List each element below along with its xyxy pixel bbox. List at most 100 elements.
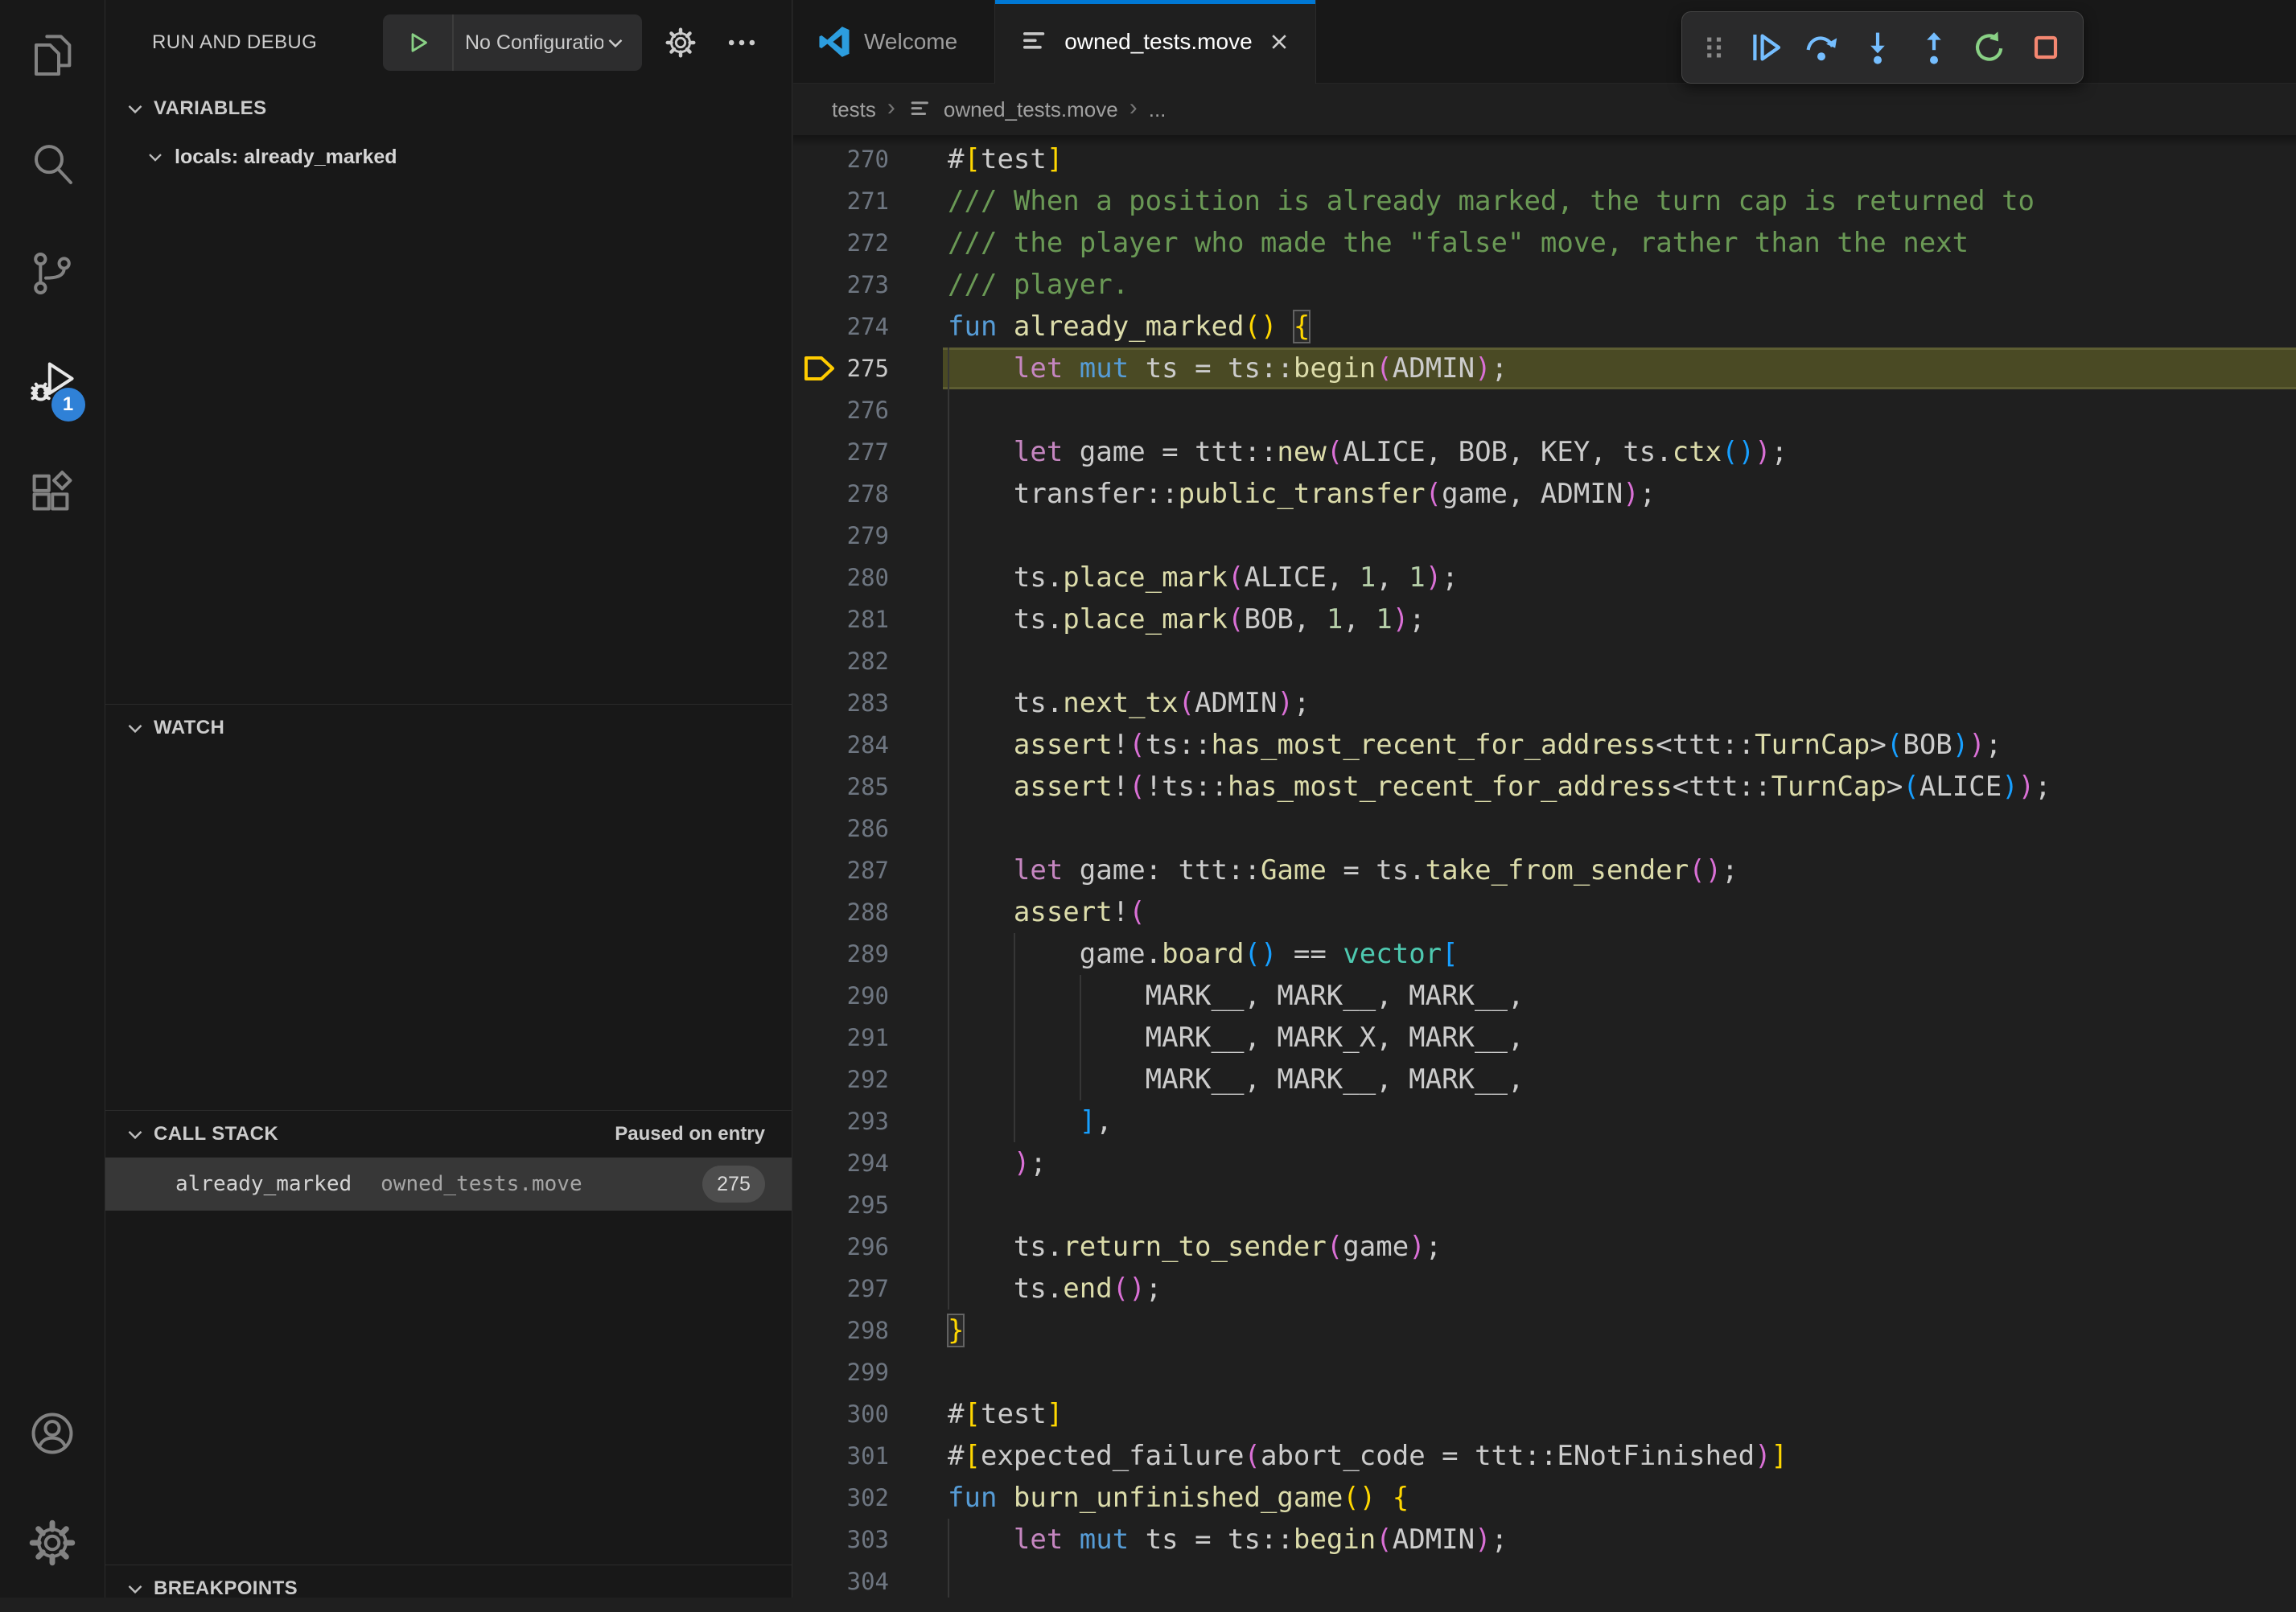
gutter-line-270[interactable]: 270 [793,138,943,180]
code-line-content[interactable] [943,808,2296,849]
code-line-content[interactable]: assert!(ts::has_most_recent_for_address<… [943,724,2296,766]
code-line-content[interactable]: MARK__, MARK_X, MARK__, [943,1017,2296,1059]
activity-item-extensions[interactable] [0,438,105,547]
code-line-299[interactable]: 299 [793,1351,2296,1393]
gutter-line-290[interactable]: 290 [793,975,943,1017]
code-line-content[interactable]: MARK__, MARK__, MARK__, [943,975,2296,1017]
code-line-content[interactable]: let mut ts = ts::begin(ADMIN); [943,347,2296,389]
stop-button[interactable] [2023,22,2068,73]
gutter-line-298[interactable]: 298 [793,1310,943,1351]
code-line-content[interactable]: assert!(!ts::has_most_recent_for_address… [943,766,2296,808]
gutter-line-293[interactable]: 293 [793,1100,943,1142]
gutter-line-291[interactable]: 291 [793,1017,943,1059]
gutter-line-275[interactable]: 275 [793,347,943,389]
gutter-line-281[interactable]: 281 [793,598,943,640]
code-line-content[interactable] [943,515,2296,557]
breadcrumb-symbol[interactable]: ... [1149,97,1167,122]
code-line-280[interactable]: 280 ts.place_mark(ALICE, 1, 1); [793,557,2296,598]
code-line-277[interactable]: 277 let game = ttt::new(ALICE, BOB, KEY,… [793,431,2296,473]
code-line-279[interactable]: 279 [793,515,2296,557]
gutter-line-274[interactable]: 274 [793,306,943,347]
variables-section-header[interactable]: VARIABLES [105,85,792,132]
code-line-content[interactable]: #[expected_failure(abort_code = ttt::ENo… [943,1435,2296,1477]
debug-settings-button[interactable] [658,20,703,65]
code-line-297[interactable]: 297 ts.end(); [793,1268,2296,1310]
code-line-content[interactable]: ts.return_to_sender(game); [943,1226,2296,1268]
code-line-content[interactable] [943,640,2296,682]
code-line-content[interactable]: transfer::public_transfer(game, ADMIN); [943,473,2296,515]
gutter-line-301[interactable]: 301 [793,1435,943,1477]
step-over-button[interactable] [1799,22,1844,73]
code-line-content[interactable]: #[test] [943,138,2296,180]
code-line-289[interactable]: 289 game.board() == vector[ [793,933,2296,975]
code-line-283[interactable]: 283 ts.next_tx(ADMIN); [793,682,2296,724]
gutter-line-299[interactable]: 299 [793,1351,943,1393]
watch-section-header[interactable]: WATCH [105,705,792,751]
debug-configuration-dropdown[interactable]: No Configurations [383,14,642,71]
gutter-line-282[interactable]: 282 [793,640,943,682]
activity-item-search[interactable] [0,109,105,219]
code-line-295[interactable]: 295 [793,1184,2296,1226]
gutter-line-284[interactable]: 284 [793,724,943,766]
code-line-content[interactable]: ], [943,1100,2296,1142]
gutter-line-288[interactable]: 288 [793,891,943,933]
gutter-line-272[interactable]: 272 [793,222,943,264]
code-line-303[interactable]: 303 let mut ts = ts::begin(ADMIN); [793,1519,2296,1561]
gutter-line-279[interactable]: 279 [793,515,943,557]
code-line-content[interactable]: let mut ts = ts::begin(ADMIN); [943,1519,2296,1561]
start-debugging-button[interactable] [383,14,454,71]
code-line-288[interactable]: 288 assert!( [793,891,2296,933]
code-line-290[interactable]: 290 MARK__, MARK__, MARK__, [793,975,2296,1017]
code-line-286[interactable]: 286 [793,808,2296,849]
code-line-content[interactable]: ts.place_mark(ALICE, 1, 1); [943,557,2296,598]
gutter-line-303[interactable]: 303 [793,1519,943,1561]
gutter-line-296[interactable]: 296 [793,1226,943,1268]
code-line-287[interactable]: 287 let game: ttt::Game = ts.take_from_s… [793,849,2296,891]
code-line-271[interactable]: 271/// When a position is already marked… [793,180,2296,222]
code-line-285[interactable]: 285 assert!(!ts::has_most_recent_for_add… [793,766,2296,808]
tab-welcome[interactable]: Welcome [793,0,995,84]
activity-item-source-control[interactable] [0,219,105,328]
code-line-273[interactable]: 273/// player. [793,264,2296,306]
breadcrumb-file[interactable]: owned_tests.move [944,97,1118,122]
code-line-content[interactable] [943,1351,2296,1393]
activity-item-explorer[interactable] [0,0,105,109]
code-line-296[interactable]: 296 ts.return_to_sender(game); [793,1226,2296,1268]
code-line-content[interactable]: /// the player who made the "false" move… [943,222,2296,264]
activity-item-run-and-debug[interactable]: 1 [0,328,105,438]
code-line-content[interactable]: MARK__, MARK__, MARK__, [943,1059,2296,1100]
gutter-line-280[interactable]: 280 [793,557,943,598]
call-stack-frame-row[interactable]: already_marked owned_tests.move 275 [105,1158,792,1211]
gutter-line-304[interactable]: 304 [793,1561,943,1598]
code-line-298[interactable]: 298} [793,1310,2296,1351]
code-line-content[interactable]: fun burn_unfinished_game() { [943,1477,2296,1519]
code-line-278[interactable]: 278 transfer::public_transfer(game, ADMI… [793,473,2296,515]
gutter-line-287[interactable]: 287 [793,849,943,891]
gutter-line-292[interactable]: 292 [793,1059,943,1100]
code-editor[interactable]: 270#[test]271/// When a position is alre… [793,135,2296,1598]
code-line-302[interactable]: 302fun burn_unfinished_game() { [793,1477,2296,1519]
gutter-line-278[interactable]: 278 [793,473,943,515]
code-line-content[interactable]: ); [943,1142,2296,1184]
close-icon[interactable] [1265,28,1293,56]
code-line-content[interactable]: ts.next_tx(ADMIN); [943,682,2296,724]
code-line-284[interactable]: 284 assert!(ts::has_most_recent_for_addr… [793,724,2296,766]
toolbar-drag-handle[interactable] [1697,22,1732,73]
code-line-274[interactable]: 274fun already_marked() { [793,306,2296,347]
activity-item-account[interactable] [0,1379,105,1488]
code-line-276[interactable]: 276 [793,389,2296,431]
gutter-line-295[interactable]: 295 [793,1184,943,1226]
code-line-270[interactable]: 270#[test] [793,138,2296,180]
code-line-content[interactable]: let game = ttt::new(ALICE, BOB, KEY, ts.… [943,431,2296,473]
code-line-272[interactable]: 272/// the player who made the "false" m… [793,222,2296,264]
step-out-button[interactable] [1911,22,1957,73]
breakpoints-section-header[interactable]: BREAKPOINTS [105,1565,792,1612]
code-line-294[interactable]: 294 ); [793,1142,2296,1184]
code-line-content[interactable] [943,389,2296,431]
code-line-293[interactable]: 293 ], [793,1100,2296,1142]
code-line-content[interactable]: /// player. [943,264,2296,306]
code-line-301[interactable]: 301#[expected_failure(abort_code = ttt::… [793,1435,2296,1477]
gutter-line-294[interactable]: 294 [793,1142,943,1184]
gutter-line-273[interactable]: 273 [793,264,943,306]
code-line-content[interactable] [943,1561,2296,1598]
